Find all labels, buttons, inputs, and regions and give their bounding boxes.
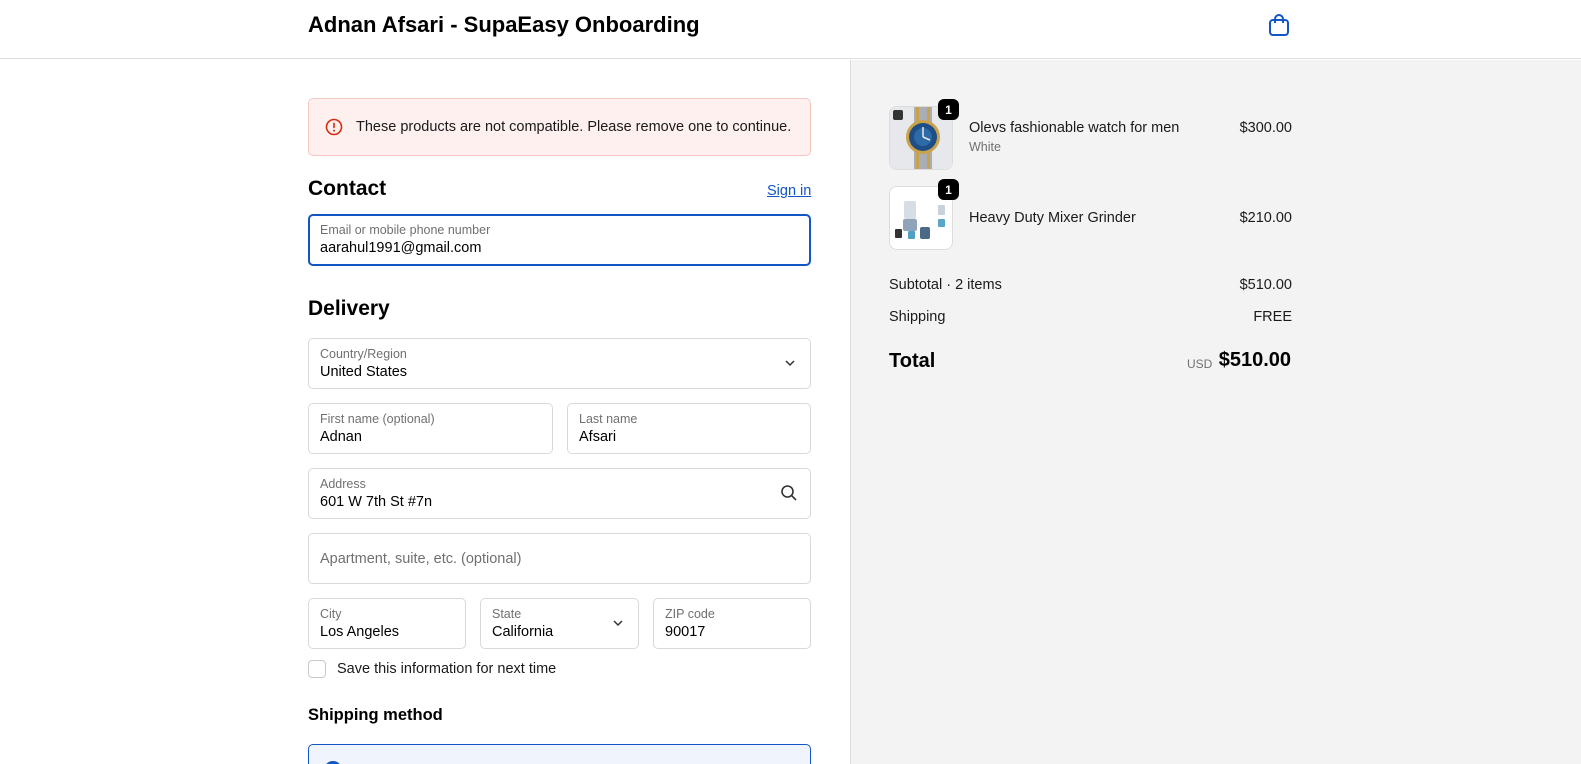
country-label: Country/Region [320, 347, 407, 361]
shipping-option[interactable] [308, 744, 811, 764]
email-value: aarahul1991@gmail.com [320, 240, 482, 256]
item-quantity-badge: 1 [938, 179, 959, 200]
country-value: United States [320, 364, 408, 380]
item-name: Olevs fashionable watch for men [969, 120, 1180, 136]
item-name: Heavy Duty Mixer Grinder [969, 210, 1136, 226]
shipping-method-heading: Shipping method [308, 706, 443, 724]
checkout-form: These products are not compatible. Pleas… [0, 60, 850, 764]
address-value: 601 W 7th St #7n [320, 494, 433, 510]
error-circle-icon [325, 117, 345, 137]
address-label: Address [320, 477, 366, 491]
apartment-placeholder: Apartment, suite, etc. (optional) [320, 551, 522, 567]
zip-label: ZIP code [665, 607, 715, 621]
shipping-value: FREE [1253, 309, 1292, 325]
zip-field[interactable]: ZIP code 90017 [653, 598, 811, 649]
first-name-label: First name (optional) [320, 412, 435, 426]
contact-heading: Contact [308, 177, 387, 200]
state-value: California [492, 624, 554, 640]
line-item: 1 Olevs fashionable watch for men White … [889, 99, 1292, 172]
chevron-down-icon [784, 357, 796, 369]
incompatible-products-alert: These products are not compatible. Pleas… [308, 98, 811, 156]
email-label: Email or mobile phone number [320, 223, 491, 237]
subtotal-label: Subtotal · 2 items [889, 277, 1002, 293]
subtotal-value: $510.00 [1239, 277, 1292, 293]
state-select[interactable]: State California [480, 598, 639, 649]
last-name-field[interactable]: Last name Afsari [567, 403, 811, 454]
address-field[interactable]: Address 601 W 7th St #7n [308, 468, 811, 519]
first-name-value: Adnan [320, 429, 362, 445]
state-label: State [492, 607, 522, 621]
save-info-row[interactable]: Save this information for next time [308, 660, 556, 678]
item-quantity-badge: 1 [938, 99, 959, 120]
subtotal-row: Subtotal · 2 items $510.00 [889, 277, 1292, 293]
apartment-field[interactable]: Apartment, suite, etc. (optional) [308, 533, 811, 584]
cart-button[interactable] [1266, 13, 1292, 42]
shipping-row: Shipping FREE [889, 309, 1292, 325]
order-summary: 1 Olevs fashionable watch for men White … [850, 60, 1581, 764]
city-label: City [320, 607, 342, 621]
total-label: Total [889, 350, 936, 372]
item-variant: White [969, 140, 1001, 154]
city-field[interactable]: City Los Angeles [308, 598, 466, 649]
total-value: $510.00 [1218, 349, 1291, 371]
zip-value: 90017 [665, 624, 706, 640]
store-title[interactable]: Adnan Afsari - SupaEasy Onboarding [308, 12, 700, 38]
save-info-label: Save this information for next time [337, 661, 557, 677]
sign-in-link[interactable]: Sign in [767, 183, 811, 199]
country-select[interactable]: Country/Region United States [308, 338, 811, 389]
delivery-heading: Delivery [308, 297, 390, 320]
item-price: $210.00 [1239, 210, 1292, 226]
save-info-checkbox[interactable] [308, 660, 326, 678]
last-name-value: Afsari [579, 429, 617, 445]
search-icon[interactable] [780, 484, 798, 502]
city-value: Los Angeles [320, 624, 400, 640]
item-price: $300.00 [1239, 120, 1292, 136]
last-name-label: Last name [579, 412, 638, 426]
chevron-down-icon [612, 617, 624, 629]
line-item: 1 Heavy Duty Mixer Grinder $210.00 [889, 179, 1292, 252]
total-currency: USD [1187, 357, 1213, 371]
checkout-header: Adnan Afsari - SupaEasy Onboarding [0, 0, 1581, 59]
first-name-field[interactable]: First name (optional) Adnan [308, 403, 553, 454]
email-field[interactable]: Email or mobile phone number aarahul1991… [308, 214, 811, 266]
shipping-label: Shipping [889, 309, 946, 325]
alert-message: These products are not compatible. Pleas… [356, 119, 792, 135]
shopping-bag-icon [1268, 13, 1290, 42]
